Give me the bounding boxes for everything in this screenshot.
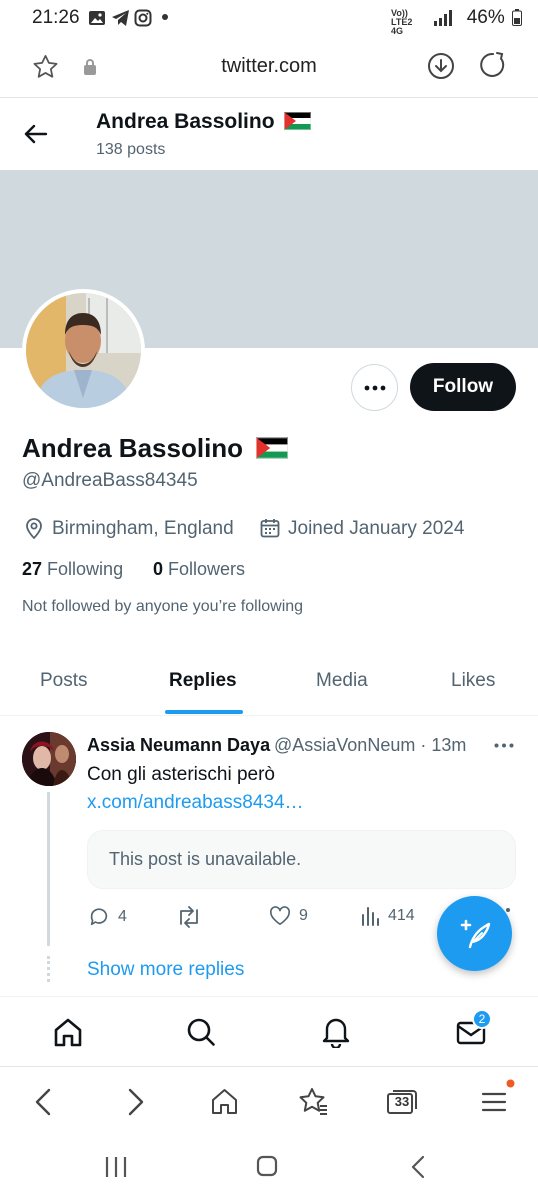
views-icon <box>360 906 380 926</box>
home-icon[interactable] <box>53 1017 83 1047</box>
following-link[interactable]: 27 Following <box>22 559 123 580</box>
browser-forward-icon[interactable] <box>127 1088 145 1116</box>
profile-tabs: Posts Replies Media Likes <box>0 650 538 716</box>
notifications-bell-icon[interactable] <box>322 1016 350 1048</box>
tabs-count: 33 <box>394 1093 410 1109</box>
compose-feather-icon <box>458 917 492 951</box>
display-name-text: Andrea Bassolino <box>22 433 244 463</box>
show-more-replies-link[interactable]: Show more replies <box>87 959 244 981</box>
profile-avatar[interactable] <box>22 289 145 412</box>
telegram-icon <box>111 9 130 27</box>
heart-icon <box>269 906 291 926</box>
browser-toolbar <box>0 1066 538 1136</box>
like-count: 9 <box>299 907 308 924</box>
battery-icon <box>512 9 522 27</box>
tab-media[interactable]: Media <box>316 670 368 692</box>
posts-count: 138 posts <box>96 141 166 158</box>
tweet-more-icon[interactable] <box>494 743 514 748</box>
tab-posts[interactable]: Posts <box>40 670 88 692</box>
not-followed-note: Not followed by anyone you’re following <box>22 598 304 615</box>
views-button[interactable]: 414 <box>360 906 415 926</box>
like-button[interactable]: 9 <box>269 906 308 926</box>
search-icon[interactable] <box>186 1017 216 1047</box>
browser-address-bar: twitter.com <box>0 36 538 98</box>
tweet-text: Con gli asterischi però <box>87 764 275 785</box>
profile-location: Birmingham, England <box>52 518 234 539</box>
tab-replies[interactable]: Replies <box>169 670 237 692</box>
calendar-icon <box>260 518 280 538</box>
profile-top-header: Andrea Bassolino 138 posts <box>0 98 538 170</box>
follow-button[interactable]: Follow <box>410 363 516 411</box>
more-options-button[interactable] <box>351 364 398 411</box>
profile-joined: Joined January 2024 <box>288 518 465 539</box>
messages-badge: 2 <box>472 1009 492 1029</box>
browser-menu-icon[interactable] <box>481 1091 507 1113</box>
notification-dot-icon <box>162 14 168 20</box>
tweet-author-name[interactable]: Assia Neumann Dayan <box>87 735 271 756</box>
active-tab-indicator <box>165 710 243 714</box>
more-dots-icon <box>364 385 386 391</box>
reload-icon[interactable] <box>479 51 507 79</box>
signal-icon <box>434 10 452 26</box>
tweet-handle-time[interactable]: @AssiaVonNeum · 13m <box>274 735 466 756</box>
menu-update-dot-icon <box>506 1079 515 1088</box>
battery-percentage: 46% <box>467 7 522 29</box>
system-navigation-bar <box>0 1136 538 1200</box>
status-bar: 21:26 Vo)) LTE2 4G 46% <box>0 0 538 36</box>
following-label: Following <box>47 559 124 579</box>
url-text[interactable]: twitter.com <box>0 55 538 78</box>
header-title: Andrea Bassolino <box>96 110 312 134</box>
compose-post-button[interactable] <box>437 896 512 971</box>
tweet-author-avatar[interactable] <box>22 732 76 786</box>
back-arrow-icon[interactable] <box>22 122 48 146</box>
palestine-flag-icon <box>256 437 289 459</box>
instagram-icon <box>134 9 152 27</box>
thread-dots <box>47 956 50 982</box>
retweet-icon <box>176 906 202 928</box>
download-icon[interactable] <box>427 52 455 80</box>
retweet-button[interactable] <box>176 906 210 928</box>
followers-label: Followers <box>168 559 246 579</box>
quoted-post-unavailable[interactable]: This post is unavailable. <box>87 830 516 889</box>
palestine-flag-icon <box>284 112 312 130</box>
followers-link[interactable]: 0 Followers <box>153 559 245 580</box>
browser-back-icon[interactable] <box>34 1088 52 1116</box>
profile-handle: @AndreaBass84345 <box>22 470 198 491</box>
tab-likes[interactable]: Likes <box>451 670 495 692</box>
following-count: 27 <box>22 559 43 579</box>
followers-count: 0 <box>153 559 164 579</box>
views-count: 414 <box>388 907 415 924</box>
reply-button[interactable]: 4 <box>88 906 127 928</box>
browser-home-icon[interactable] <box>211 1088 238 1115</box>
tweet-link[interactable]: x.com/andreabass8434… <box>87 792 304 814</box>
network-label: Vo)) LTE2 4G <box>391 8 413 36</box>
gallery-icon <box>88 9 106 27</box>
reply-icon <box>88 906 110 928</box>
thread-line <box>47 792 50 946</box>
status-time: 21:26 <box>32 7 80 28</box>
recent-apps-icon[interactable] <box>104 1156 128 1178</box>
system-back-icon[interactable] <box>410 1155 426 1179</box>
quote-unavailable-text: This post is unavailable. <box>109 849 302 869</box>
reply-count: 4 <box>118 908 127 925</box>
app-bottom-nav <box>0 996 538 1066</box>
bookmarks-star-icon[interactable] <box>298 1087 329 1116</box>
display-name: Andrea Bassolino <box>22 433 289 464</box>
system-home-icon[interactable] <box>256 1155 278 1177</box>
header-name-text: Andrea Bassolino <box>96 110 275 133</box>
location-pin-icon <box>24 517 44 539</box>
